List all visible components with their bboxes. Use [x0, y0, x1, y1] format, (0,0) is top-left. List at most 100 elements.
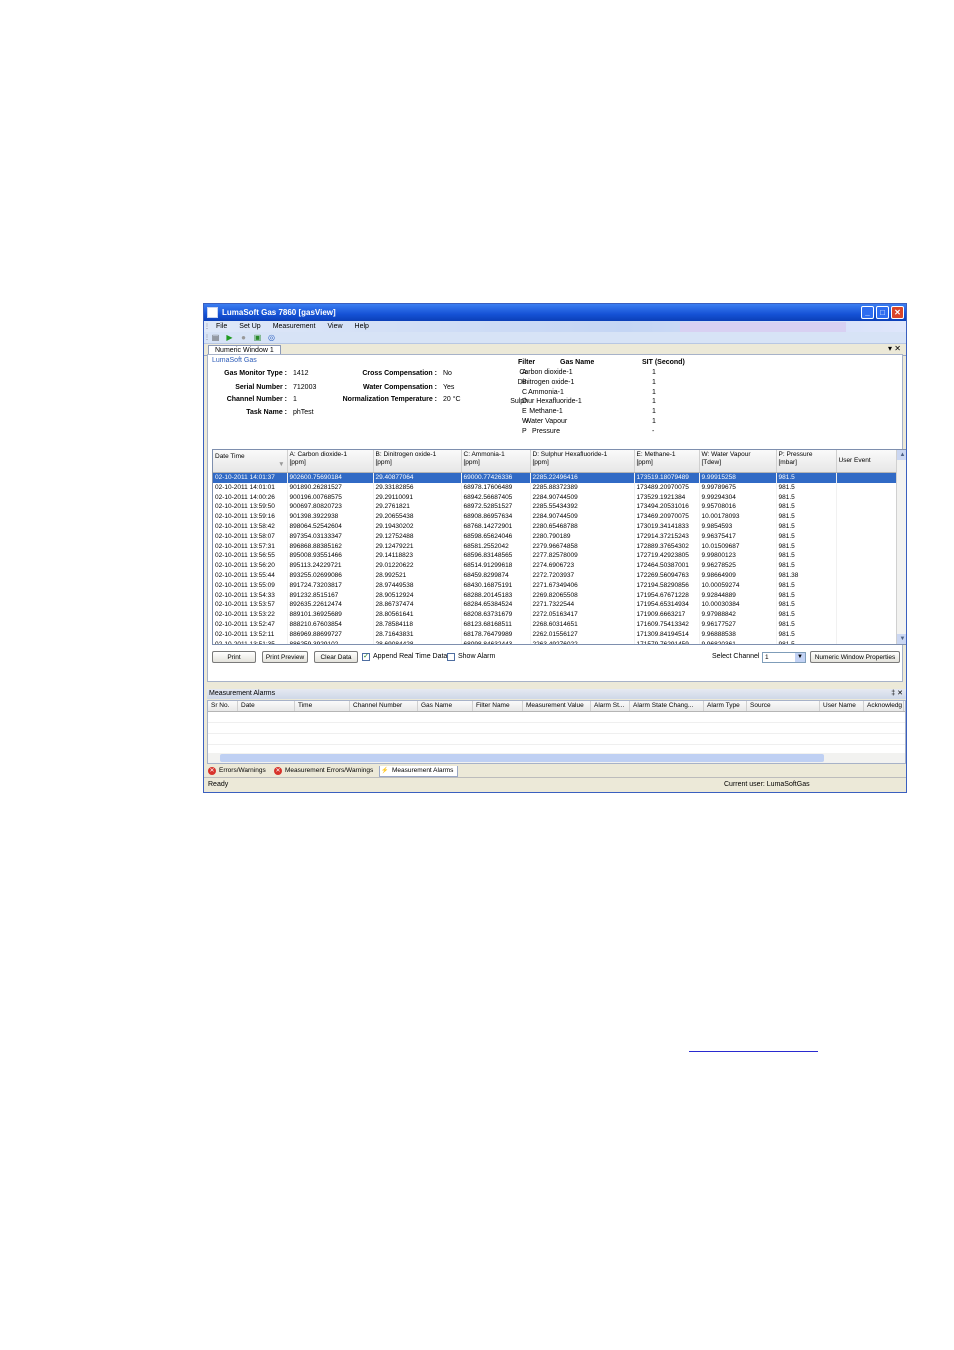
table-row[interactable]: 02-10-2011 13:55:44 893255.02699086 28.992…: [213, 570, 899, 581]
gas-table-cell: -: [652, 427, 655, 435]
scroll-thumb[interactable]: [220, 754, 824, 762]
menu-file[interactable]: File: [216, 323, 227, 330]
grid-column-header[interactable]: User Event: [836, 450, 899, 473]
menu-measurement[interactable]: Measurement: [273, 323, 316, 330]
scroll-up-icon[interactable]: ▲: [897, 450, 906, 460]
alarm-row: [208, 723, 905, 734]
alarms-column-header[interactable]: Source: [747, 701, 820, 711]
alarms-column-header[interactable]: Measurement Value: [523, 701, 591, 711]
table-cell: 981.5: [776, 561, 837, 571]
table-row[interactable]: 02-10-2011 14:01:01 901890.26281527 29.331…: [213, 482, 899, 493]
grid-column-header[interactable]: E: Methane-1 [ppm]: [634, 450, 700, 473]
table-cell: 171954.67671228: [634, 590, 700, 601]
alarms-column-header[interactable]: Gas Name: [418, 701, 473, 711]
alarms-panel-controls[interactable]: ‡ ✕: [891, 689, 903, 699]
table-cell: 981.5: [776, 492, 837, 503]
table-row[interactable]: 02-10-2011 13:53:22 889101.36925689 28.805…: [213, 610, 899, 620]
table-cell: [836, 541, 899, 552]
gas-monitor-type-label: Gas Monitor Type :: [224, 370, 287, 377]
measurement-grid[interactable]: Date Time ▼ A: Carbon dioxide-1 [ppm] B: Di…: [212, 449, 906, 645]
table-row[interactable]: 02-10-2011 13:59:50 900697.80820723 29.276…: [213, 502, 899, 513]
grid-column-header[interactable]: B: Dinitrogen oxide-1 [ppm]: [373, 450, 462, 473]
alarms-horizontal-scrollbar[interactable]: [208, 753, 905, 763]
maximize-icon[interactable]: □: [876, 306, 889, 319]
table-row[interactable]: 02-10-2011 13:55:09 891724.73203817 28.974…: [213, 580, 899, 591]
alarms-column-header[interactable]: Alarm Type: [704, 701, 747, 711]
alarms-column-header[interactable]: User Name: [820, 701, 864, 711]
alarms-column-header[interactable]: Alarm St...: [591, 701, 630, 711]
table-cell: 68972.52851527: [461, 502, 531, 513]
title-bar[interactable]: LumaSoft Gas 7860 [gasView] _ □ ✕: [204, 304, 906, 321]
menu-bar: ⋮ File Set Up Measurement View Help: [204, 321, 906, 332]
grid-column-header[interactable]: A: Carbon dioxide-1 [ppm]: [287, 450, 374, 473]
tab-errors-warnings[interactable]: ✕ Errors/Warnings: [207, 766, 270, 776]
stop-icon[interactable]: ●: [238, 333, 249, 342]
alarms-column-header[interactable]: Filter Name: [473, 701, 523, 711]
print-button[interactable]: Print: [212, 651, 256, 663]
table-row[interactable]: 02-10-2011 13:58:42 898064.52542604 29.194…: [213, 521, 899, 532]
play-icon[interactable]: ▶: [224, 333, 235, 342]
table-row[interactable]: 02-10-2011 13:54:33 891232.8515167 28.9051…: [213, 590, 899, 601]
alarms-column-header[interactable]: Sr No.: [208, 701, 238, 711]
table-cell: 68942.56687405: [461, 492, 531, 503]
table-cell: 892635.22612474: [287, 600, 374, 611]
new-icon[interactable]: ▤: [210, 333, 221, 342]
alarms-column-header[interactable]: Acknowledg: [864, 701, 904, 711]
print-preview-button[interactable]: Print Preview: [262, 651, 308, 663]
sort-arrow-icon[interactable]: ▼: [278, 461, 284, 469]
app-icon: [207, 307, 218, 318]
column-title: B: Dinitrogen oxide-1: [375, 451, 437, 458]
table-row[interactable]: 02-10-2011 13:57:31 896868.88385162 29.124…: [213, 541, 899, 552]
table-cell: 891232.8515167: [287, 590, 374, 601]
append-checkbox[interactable]: ✓: [362, 653, 370, 661]
table-cell: [836, 561, 899, 571]
toolbar: ⋮ ▤ ▶ ● ▣ ◎: [204, 332, 906, 344]
table-cell: 895113.24229721: [287, 561, 374, 571]
menu-help[interactable]: Help: [355, 323, 369, 330]
table-row[interactable]: 02-10-2011 13:56:20 895113.24229721 29.012…: [213, 561, 899, 571]
grid-column-header[interactable]: Date Time ▼: [213, 450, 288, 473]
alarms-column-header[interactable]: Alarm State Chang...: [630, 701, 704, 711]
task-name-value: phTest: [293, 409, 314, 416]
scroll-down-icon[interactable]: ▼: [897, 634, 906, 644]
close-icon[interactable]: ✕: [891, 306, 904, 319]
table-row[interactable]: 02-10-2011 13:51:35 886259.3929102 28.6908…: [213, 639, 899, 644]
grid-column-header[interactable]: P: Pressure [mbar]: [776, 450, 837, 473]
grid-column-header[interactable]: W: Water Vapour [Tdew]: [699, 450, 777, 473]
table-row[interactable]: 02-10-2011 13:59:16 901398.3922938 29.2065…: [213, 512, 899, 522]
table-row[interactable]: 02-10-2011 13:52:47 888210.67603854 28.785…: [213, 619, 899, 630]
table-row[interactable]: 02-10-2011 13:52:11 886969.88699727 28.716…: [213, 629, 899, 640]
grid-column-header[interactable]: C: Ammonia-1 [ppm]: [461, 450, 531, 473]
menu-view[interactable]: View: [327, 323, 342, 330]
grid-vertical-scrollbar[interactable]: ▲ ▼: [896, 450, 906, 644]
clear-data-button[interactable]: Clear Data: [314, 651, 358, 663]
table-row[interactable]: 02-10-2011 14:01:37 902600.75690184 29.408…: [213, 472, 899, 483]
menu-setup[interactable]: Set Up: [239, 323, 260, 330]
table-row[interactable]: 02-10-2011 14:00:26 900196.00768575 29.291…: [213, 492, 899, 503]
hyperlink-underline[interactable]: [689, 1051, 818, 1052]
table-row[interactable]: 02-10-2011 13:58:07 897354.03133347 29.127…: [213, 531, 899, 542]
water-comp-value: Yes: [443, 384, 455, 391]
table-row[interactable]: 02-10-2011 13:53:57 892635.22612474 28.867…: [213, 600, 899, 611]
show-alarm-checkbox[interactable]: [447, 653, 455, 661]
alarms-grid[interactable]: Sr No. Date Time Channel Number Gas Name Filt…: [207, 700, 906, 764]
grid-column-header[interactable]: D: Sulphur Hexafluoride-1 [ppm]: [530, 450, 635, 473]
tab-measurement-errors[interactable]: ✕ Measurement Errors/Warnings: [273, 766, 377, 776]
record-icon[interactable]: ▣: [252, 333, 263, 342]
table-cell: 68581.2552042: [461, 541, 531, 552]
alarms-column-header[interactable]: Date: [238, 701, 295, 711]
error-icon: ✕: [274, 767, 282, 775]
tab-measurement-alarms[interactable]: ⚡ Measurement Alarms: [379, 766, 459, 777]
select-channel-dropdown[interactable]: 1 ▼: [762, 652, 806, 663]
tab-controls[interactable]: ▾ ✕: [888, 344, 901, 353]
table-cell: 981.5: [776, 482, 837, 493]
alarms-column-header[interactable]: Time: [295, 701, 350, 711]
table-row[interactable]: 02-10-2011 13:56:55 895008.93551466 29.141…: [213, 551, 899, 562]
alarms-column-header[interactable]: Channel Number: [350, 701, 418, 711]
gas-table-cell: Methane-1: [529, 408, 563, 416]
numeric-window-properties-button[interactable]: Numeric Window Properties: [810, 651, 900, 663]
config-icon[interactable]: ◎: [266, 333, 277, 342]
chevron-down-icon[interactable]: ▼: [795, 653, 805, 662]
table-cell: 29.01220622: [373, 561, 462, 571]
minimize-icon[interactable]: _: [861, 306, 874, 319]
